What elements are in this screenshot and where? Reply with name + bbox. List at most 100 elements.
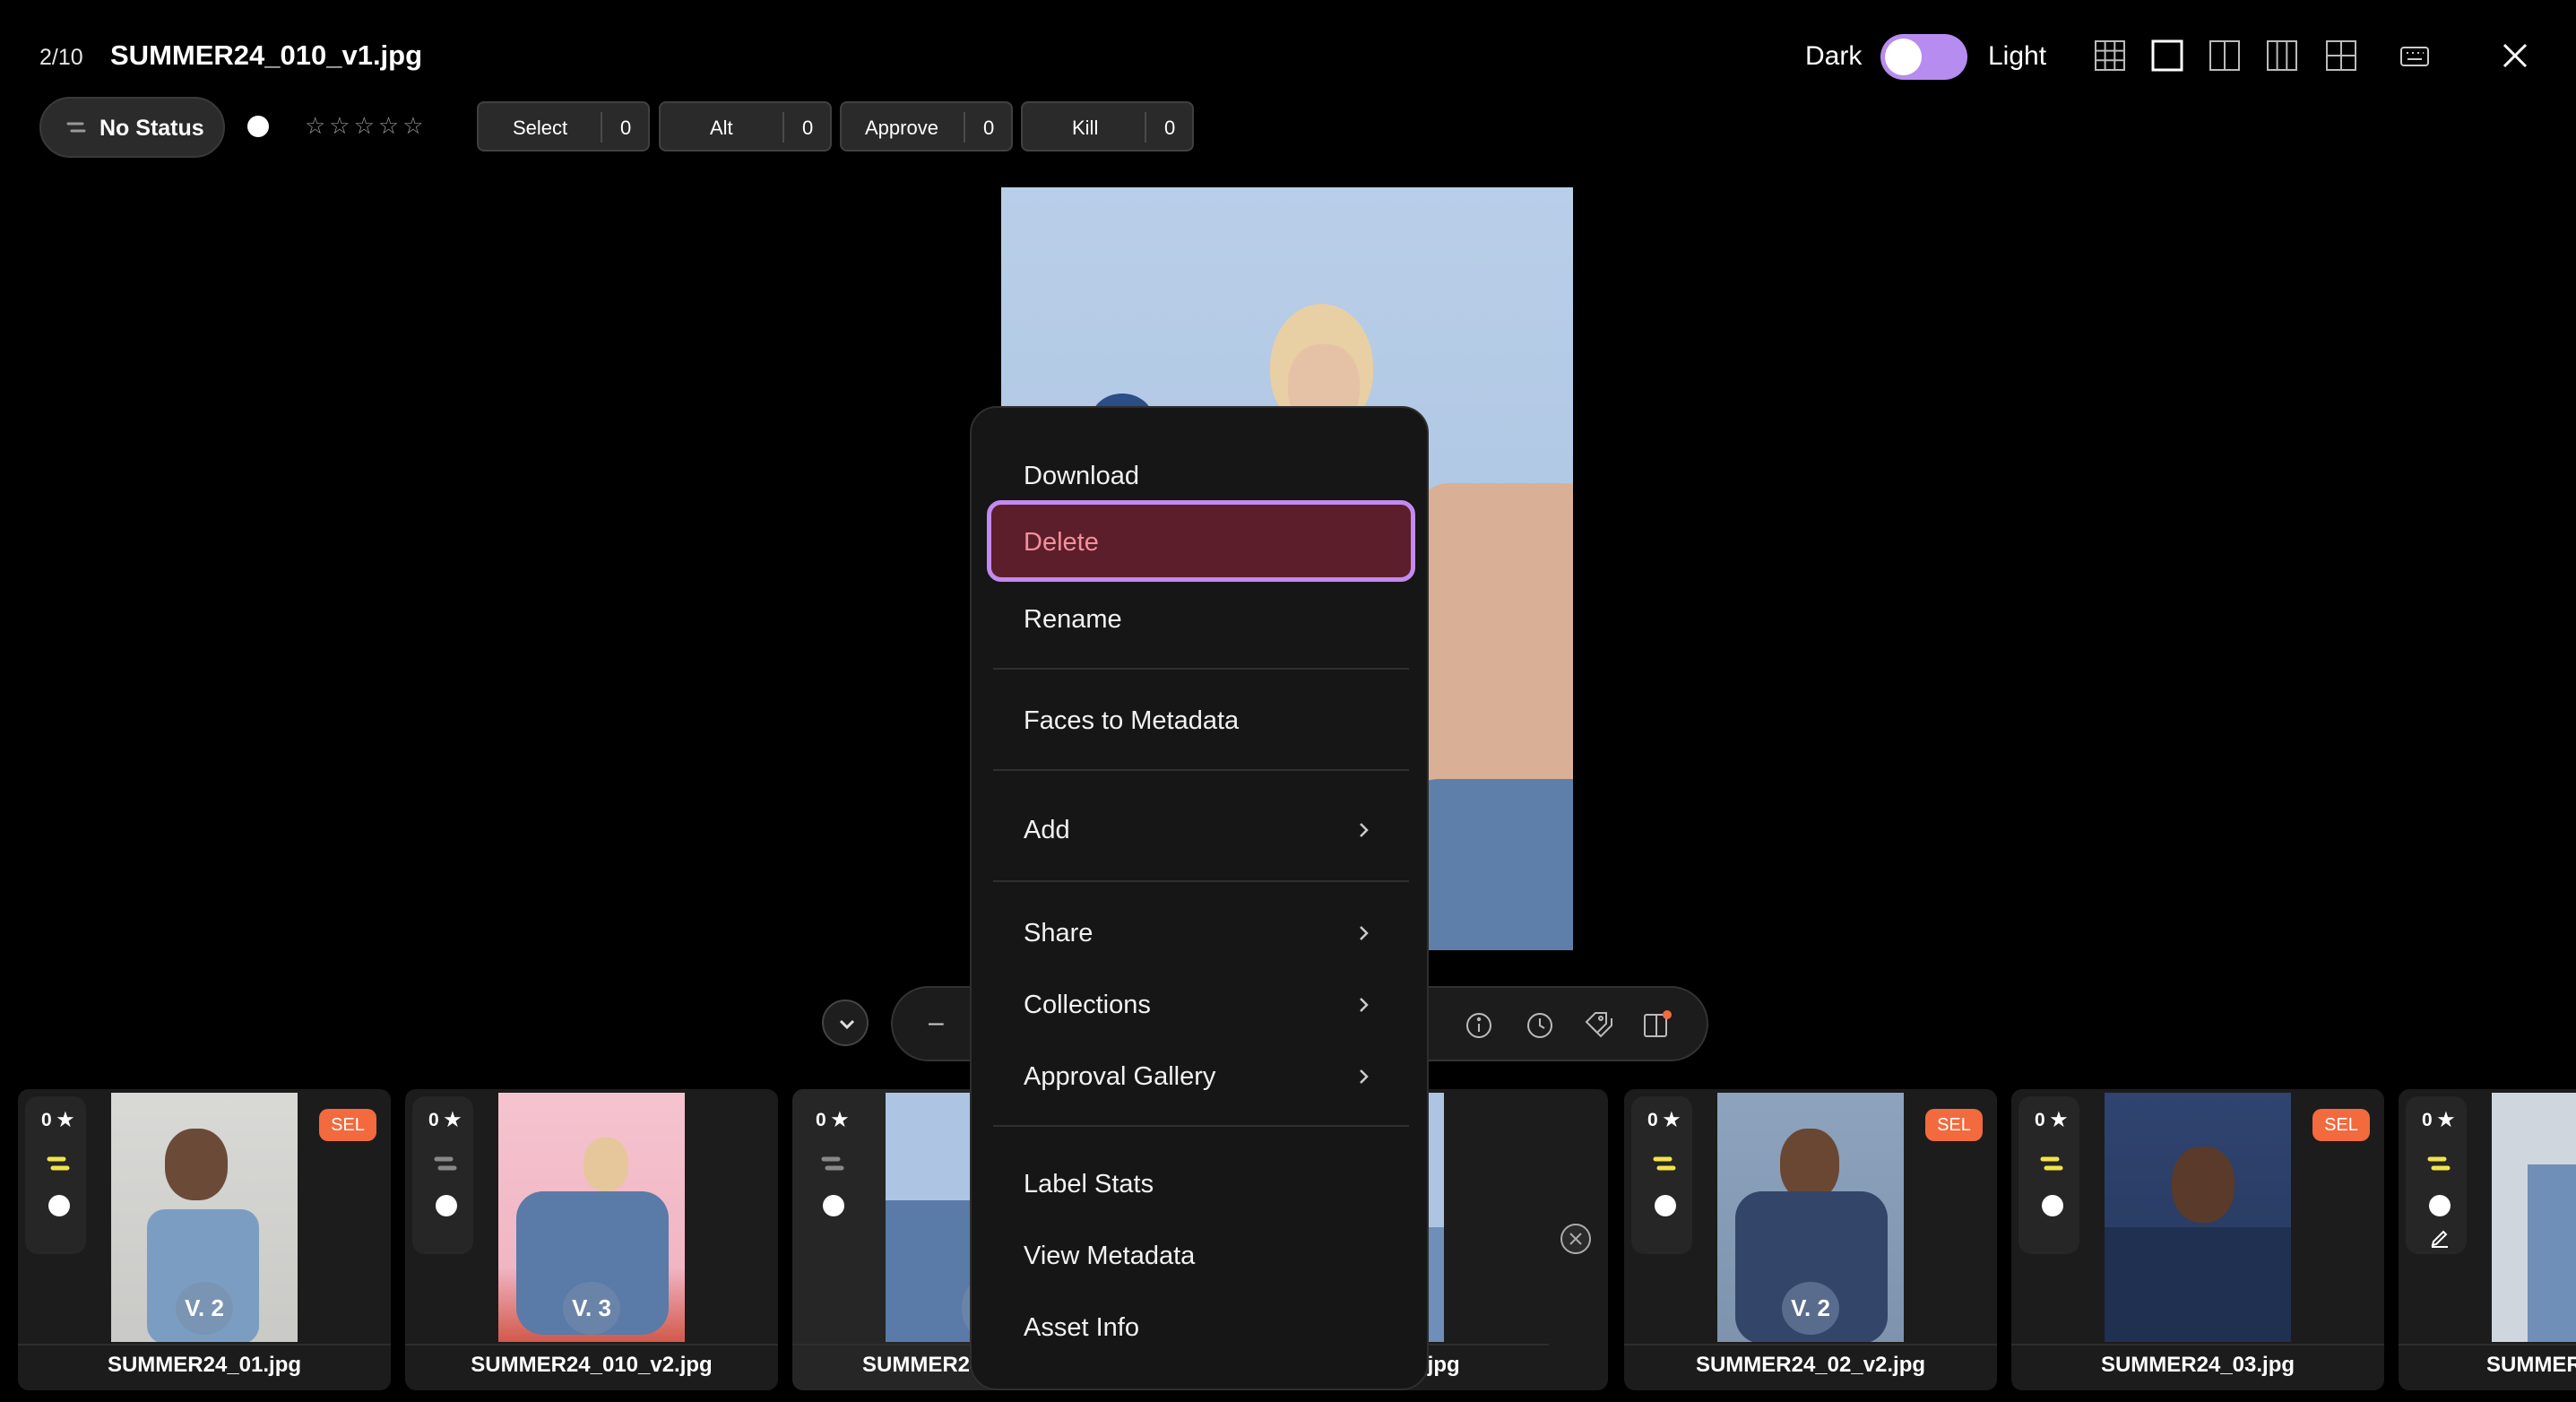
history-icon[interactable]	[1524, 1009, 1556, 1042]
close-icon[interactable]	[2499, 39, 2531, 72]
theme-toggle[interactable]	[1880, 34, 1967, 80]
color-dot	[436, 1195, 457, 1216]
filmstrip-item[interactable]: 0 ★ SEL V. 2 SUMMER24_01.jpg	[18, 1089, 391, 1390]
chevron-right-icon	[1360, 926, 1369, 940]
filmstrip-item[interactable]: 0 ★ SEL V. 2 SUMMER24_02_v2.jpg	[1624, 1089, 1997, 1390]
divider	[782, 112, 784, 143]
alt-label: Alt	[710, 117, 733, 139]
theme-dark-label: Dark	[1805, 41, 1863, 71]
thumbnail	[2492, 1093, 2576, 1342]
remove-icon[interactable]	[1560, 1223, 1592, 1255]
thumbnail	[2105, 1093, 2291, 1342]
toggle-knob	[1885, 39, 1922, 75]
context-menu: Download Delete Rename Faces to Metadata…	[970, 406, 1429, 1390]
menu-divider	[993, 880, 1409, 882]
status-flag-icon	[821, 1156, 844, 1171]
menu-item-approval-gallery[interactable]: Approval Gallery	[1024, 1062, 1215, 1092]
delete-label: Delete	[1024, 528, 1099, 557]
theme-light-label: Light	[1988, 41, 2047, 71]
collapse-filmstrip-button[interactable]	[822, 1000, 869, 1046]
menu-item-collections[interactable]: Collections	[1024, 991, 1151, 1020]
item-rating: 0 ★	[816, 1110, 849, 1130]
select-count: 0	[620, 117, 632, 139]
item-filename: SUMMER24_010_v2.jpg	[471, 1353, 713, 1377]
zoom-out-button[interactable]: –	[929, 1008, 944, 1038]
filmstrip-item[interactable]: 0 ★ SEL SUMMER24_03.jpg	[2011, 1089, 2384, 1390]
sel-badge: SEL	[1925, 1109, 1983, 1141]
quad-view-icon[interactable]	[2325, 39, 2357, 72]
color-dot	[823, 1195, 844, 1216]
alt-counter-button[interactable]: Alt 0	[659, 101, 832, 151]
item-filename: SUMMER24_02_v2.jpg	[1695, 1353, 1926, 1377]
divider	[964, 112, 965, 143]
image-counter: 2/10	[39, 45, 83, 70]
split-view-icon[interactable]	[2209, 39, 2241, 72]
menu-item-add[interactable]: Add	[1024, 816, 1070, 845]
item-filename: SUMMER	[2486, 1353, 2576, 1377]
grid-view-icon[interactable]	[2094, 39, 2126, 72]
status-flag-icon	[1653, 1156, 1676, 1171]
status-flag-icon	[434, 1156, 457, 1171]
menu-item-download[interactable]: Download	[1024, 462, 1139, 491]
status-flag-icon	[2040, 1156, 2063, 1171]
version-badge: V. 2	[111, 1282, 298, 1335]
menu-item-share[interactable]: Share	[1024, 919, 1093, 948]
status-flag-icon	[47, 1156, 70, 1171]
status-label: No Status	[99, 116, 204, 141]
sel-badge: SEL	[319, 1109, 376, 1141]
color-dot	[2429, 1195, 2451, 1216]
item-rating: 0 ★	[41, 1110, 74, 1130]
menu-divider	[993, 1125, 1409, 1127]
item-rating: 0 ★	[2035, 1110, 2068, 1130]
select-label: Select	[513, 117, 568, 139]
status-lines-icon	[66, 122, 86, 133]
tags-icon[interactable]	[1583, 1009, 1615, 1042]
kill-count: 0	[1164, 117, 1176, 139]
chevron-right-icon	[1360, 998, 1369, 1012]
sel-badge: SEL	[2312, 1109, 2370, 1141]
item-rating: 0 ★	[1647, 1110, 1681, 1130]
item-rating: 0 ★	[428, 1110, 462, 1130]
triple-view-icon[interactable]	[2266, 39, 2298, 72]
menu-item-faces-to-metadata[interactable]: Faces to Metadata	[1024, 706, 1239, 736]
item-rating: 0 ★	[2422, 1110, 2455, 1130]
chevron-right-icon	[1360, 1069, 1369, 1084]
menu-divider	[993, 668, 1409, 670]
chevron-down-icon	[839, 1019, 855, 1030]
info-icon[interactable]	[1463, 1009, 1495, 1042]
item-filename: SUMMER24_03.jpg	[2100, 1353, 2295, 1377]
menu-item-delete[interactable]: Delete	[987, 500, 1415, 582]
divider	[601, 112, 602, 143]
status-button[interactable]: No Status	[39, 97, 225, 158]
menu-divider	[993, 769, 1409, 771]
single-view-icon[interactable]	[2151, 39, 2183, 72]
alt-count: 0	[802, 117, 814, 139]
top-bar: 2/10 SUMMER24_010_v1.jpg Dark Light No S…	[0, 0, 2576, 158]
select-counter-button[interactable]: Select 0	[477, 101, 650, 151]
color-label-dot[interactable]	[247, 116, 269, 137]
approve-count: 0	[983, 117, 995, 139]
divider	[1145, 112, 1146, 143]
version-badge: V. 2	[1717, 1282, 1904, 1335]
status-flag-icon	[2427, 1156, 2451, 1171]
approve-counter-button[interactable]: Approve 0	[840, 101, 1013, 151]
keyboard-icon[interactable]	[2399, 39, 2431, 72]
version-badge: V. 3	[498, 1282, 685, 1335]
filmstrip-item[interactable]: 0 ★ SUMMER	[2399, 1089, 2576, 1390]
filmstrip-item[interactable]: 0 ★ V. 3 SUMMER24_010_v2.jpg	[405, 1089, 778, 1390]
color-dot	[48, 1195, 70, 1216]
chevron-right-icon	[1360, 823, 1369, 837]
star-rating[interactable]: ☆☆☆☆☆	[305, 112, 428, 140]
edit-icon	[2431, 1230, 2448, 1248]
kill-counter-button[interactable]: Kill 0	[1021, 101, 1194, 151]
menu-item-asset-info[interactable]: Asset Info	[1024, 1313, 1139, 1343]
panel-icon[interactable]	[1640, 1009, 1673, 1042]
approve-label: Approve	[865, 117, 938, 139]
menu-item-rename[interactable]: Rename	[1024, 605, 1122, 635]
color-dot	[1655, 1195, 1676, 1216]
kill-label: Kill	[1072, 117, 1099, 139]
menu-item-label-stats[interactable]: Label Stats	[1024, 1170, 1154, 1199]
menu-item-view-metadata[interactable]: View Metadata	[1024, 1242, 1195, 1271]
color-dot	[2042, 1195, 2063, 1216]
item-filename: SUMMER24_01.jpg	[107, 1353, 302, 1377]
